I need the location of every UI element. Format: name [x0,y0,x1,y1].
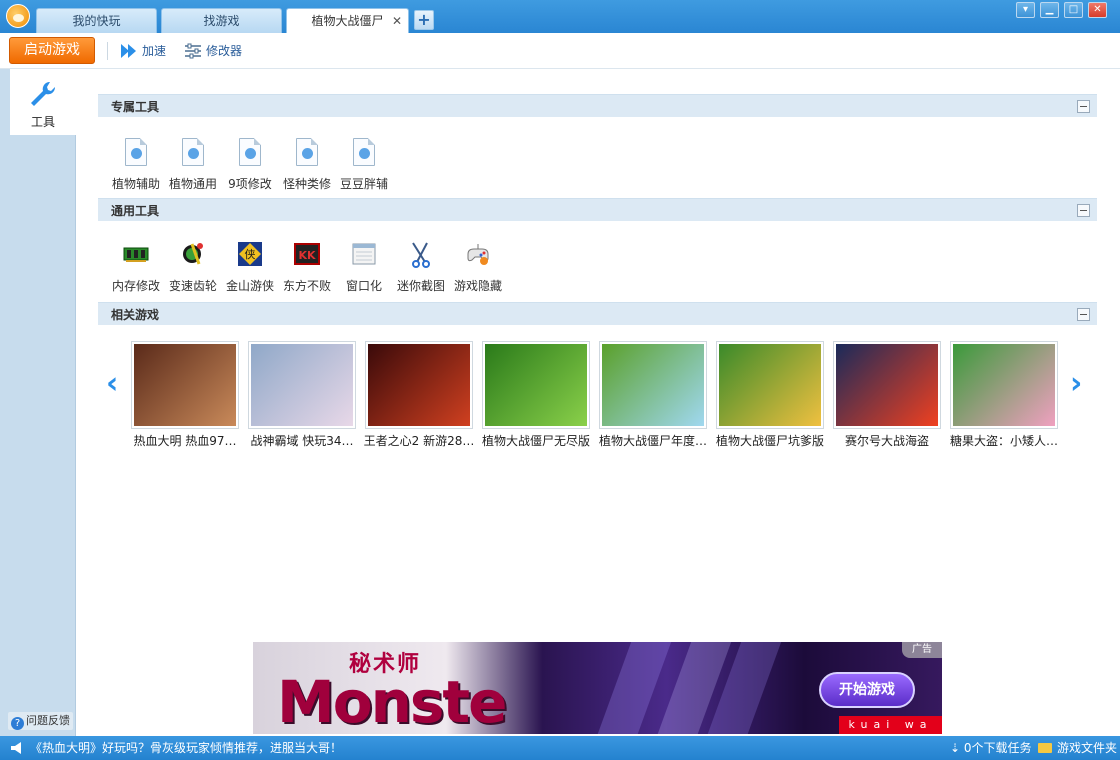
scissors-icon [407,240,435,268]
collapse-button[interactable] [1077,308,1090,321]
menu-button[interactable]: ▾ [1016,2,1035,18]
section-title: 专属工具 [111,100,160,114]
tab-my-games[interactable]: 我的快玩 [36,8,157,33]
game-thumbnail[interactable] [482,341,590,429]
download-tasks-label: 0个下载任务 [963,741,1032,755]
download-tasks[interactable]: ⇣ 0个下载任务 [950,736,1032,760]
status-bar: 《热血大明》好玩吗？骨灰级玩家倾情推荐，进服当大哥！ ⇣ 0个下载任务 游戏文件… [0,736,1120,760]
game-name[interactable]: 热血大明 热血97… [125,432,245,449]
document-icon [236,138,264,166]
sidebar-item-label: 工具 [30,115,55,129]
tab-label: 我的快玩 [72,14,121,28]
sliders-icon [185,43,201,59]
game-thumbnail[interactable] [833,341,941,429]
toolbar: 启动游戏 加速 修改器 [0,33,1120,69]
accelerate-label: 加速 [142,44,167,58]
fast-forward-icon [121,44,136,58]
document-icon [122,138,150,166]
dongfangbubai-icon: KK [293,240,321,268]
tool-label: 豆豆胖辅 [339,177,388,191]
document-icon [293,138,321,166]
tab-find-games[interactable]: 找游戏 [161,8,282,33]
game-thumbnail[interactable] [716,341,824,429]
game-name[interactable]: 植物大战僵尸无尽版 [476,432,596,449]
megaphone-icon [11,742,21,754]
toolbar-divider [107,42,108,60]
tab-close-icon[interactable]: ✕ [392,9,402,33]
next-arrow-icon[interactable]: › [1070,369,1086,399]
collapse-button[interactable] [1077,204,1090,217]
sidebar: 工具 ? 问题反馈 [0,69,76,736]
game-name[interactable]: 植物大战僵尸坑爹版 [710,432,830,449]
game-name[interactable]: 植物大战僵尸年度… [593,432,713,449]
game-thumbnail[interactable] [950,341,1058,429]
minimize-button[interactable]: ▁ [1040,2,1059,18]
game-name[interactable]: 战神霸域 快玩34… [242,432,362,449]
section-general-tools: 通用工具 [98,198,1097,221]
feedback-label: 问题反馈 [26,714,70,727]
tool-label: 游戏隐藏 [453,279,502,293]
question-icon: ? [11,717,24,730]
game-name[interactable]: 王者之心2 新游28… [359,432,479,449]
game-thumbnail[interactable] [131,341,239,429]
game-thumbnail[interactable] [599,341,707,429]
ad-sub-text: kuai wa [839,716,942,734]
game-name[interactable]: 赛尔号大战海盗 [827,432,947,449]
game-thumbnail[interactable] [248,341,356,429]
feedback-button[interactable]: ? 问题反馈 [8,712,73,730]
collapse-button[interactable] [1077,100,1090,113]
status-message[interactable]: 《热血大明》好玩吗？骨灰级玩家倾情推荐，进服当大哥！ [30,736,342,760]
start-game-button[interactable]: 启动游戏 [9,37,95,64]
accelerate-button[interactable]: 加速 [120,42,168,60]
svg-text:侠: 侠 [245,248,256,261]
section-exclusive-tools: 专属工具 [98,94,1097,117]
window-icon [350,240,378,268]
tab-label: 找游戏 [203,14,240,28]
modifier-label: 修改器 [206,44,243,58]
maximize-button[interactable]: □ [1064,2,1083,18]
document-icon [350,138,378,166]
game-name[interactable]: 糖果大盗：小矮人… [944,432,1064,449]
svg-text:KK: KK [298,249,316,262]
kingsoft-youxia-icon: 侠 [236,240,264,268]
title-bar: 我的快玩 找游戏 植物大战僵尸 ✕ + ▾ ▁ □ ✕ [0,0,1120,33]
game-thumbnail[interactable] [365,341,473,429]
document-icon [179,138,207,166]
modifier-button[interactable]: 修改器 [184,42,242,60]
ad-banner[interactable]: 秘术师 Monste 开始游戏 kuai wa 广告 [253,642,942,734]
wrench-icon [31,81,56,106]
section-title: 通用工具 [111,204,160,218]
section-title: 相关游戏 [111,308,160,322]
close-window-button[interactable]: ✕ [1088,2,1107,18]
ad-play-button[interactable]: 开始游戏 [819,672,915,708]
section-related-games: 相关游戏 [98,302,1097,325]
memory-chip-icon [122,240,150,268]
ad-corner-badge[interactable]: 广告 [902,642,942,658]
prev-arrow-icon[interactable]: ‹ [106,369,122,399]
sidebar-item-tools[interactable]: 工具 [10,69,76,135]
speed-gear-icon [179,240,207,268]
game-folder-button[interactable]: 游戏文件夹 [1037,736,1118,760]
tab-pvz[interactable]: 植物大战僵尸 ✕ [286,8,409,33]
gamepad-icon [464,240,492,268]
tab-label: 植物大战僵尸 [311,14,384,28]
add-tab-button[interactable]: + [414,10,434,30]
ad-big-text: Monste [277,668,507,734]
app-logo-icon [6,4,30,28]
folder-label: 游戏文件夹 [1057,741,1118,755]
